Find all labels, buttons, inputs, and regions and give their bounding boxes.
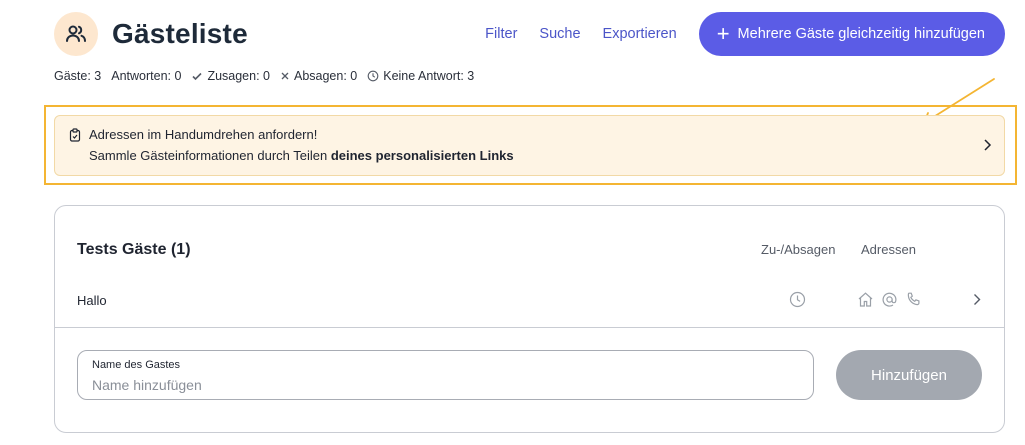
guest-stats: Gäste: 3 Antworten: 0 Zusagen: 0 Absagen… xyxy=(54,69,484,83)
column-addresses: Adressen xyxy=(861,242,916,257)
guest-name-label: Name des Gastes xyxy=(92,359,181,371)
guest-group-card: Tests Gäste (1) Zu-/Absagen Adressen Hal… xyxy=(54,205,1005,433)
chevron-right-icon[interactable] xyxy=(971,291,983,308)
cross-icon xyxy=(281,72,289,80)
stat-guests: Gäste: 3 xyxy=(54,69,102,83)
group-title: Tests Gäste (1) xyxy=(77,241,191,258)
stat-responses-label: Antworten: 0 xyxy=(111,69,182,83)
filter-link[interactable]: Filter xyxy=(485,26,517,42)
add-multiple-guests-button[interactable]: + Mehrere Gäste gleichzeitig hinzufügen xyxy=(698,12,1005,56)
stat-no-response-label: Keine Antwort: 3 xyxy=(383,69,475,83)
stat-accepted: Zusagen: 0 xyxy=(191,69,270,83)
search-link[interactable]: Suche xyxy=(539,26,580,42)
chevron-right-icon xyxy=(984,139,992,151)
table-row[interactable]: Hallo xyxy=(55,286,1004,326)
email-icon[interactable] xyxy=(881,291,898,308)
page-title: Gästeliste xyxy=(112,18,248,49)
phone-icon[interactable] xyxy=(905,291,922,308)
address-request-banner[interactable]: Adressen im Handumdrehen anfordern! Samm… xyxy=(54,115,1005,176)
guest-name-field[interactable]: Name des Gastes xyxy=(77,350,814,400)
stat-no-response: Keine Antwort: 3 xyxy=(367,69,474,83)
stat-declined: Absagen: 0 xyxy=(280,69,357,83)
users-icon xyxy=(66,25,86,42)
banner-title: Adressen im Handumdrehen anfordern! xyxy=(89,127,318,142)
clock-icon[interactable] xyxy=(789,291,806,308)
stat-responses: Antworten: 0 xyxy=(111,69,181,83)
banner-text-prefix: Sammle Gästeinformationen durch Teilen xyxy=(89,148,331,163)
plus-icon: + xyxy=(716,21,730,46)
stat-declined-label: Absagen: 0 xyxy=(293,69,358,83)
check-icon xyxy=(192,72,203,81)
row-divider xyxy=(55,327,1004,328)
stat-accepted-label: Zusagen: 0 xyxy=(207,69,270,83)
guest-name-input[interactable] xyxy=(92,375,792,395)
home-icon[interactable] xyxy=(857,291,874,308)
column-rsvp: Zu-/Absagen xyxy=(761,242,836,257)
clock-icon xyxy=(367,70,379,82)
clipboard-icon xyxy=(69,128,81,142)
page-header: Gästeliste Filter Suche Exportieren + Me… xyxy=(54,12,1005,56)
guest-name: Hallo xyxy=(77,293,107,308)
export-link[interactable]: Exportieren xyxy=(603,26,677,42)
add-multiple-guests-label: Mehrere Gäste gleichzeitig hinzufügen xyxy=(737,26,985,42)
add-guest-button[interactable]: Hinzufügen xyxy=(836,350,982,400)
banner-text: Sammle Gästeinformationen durch Teilen d… xyxy=(89,148,514,163)
guests-avatar xyxy=(54,12,98,56)
banner-text-bold: deines personalisierten Links xyxy=(330,148,514,163)
